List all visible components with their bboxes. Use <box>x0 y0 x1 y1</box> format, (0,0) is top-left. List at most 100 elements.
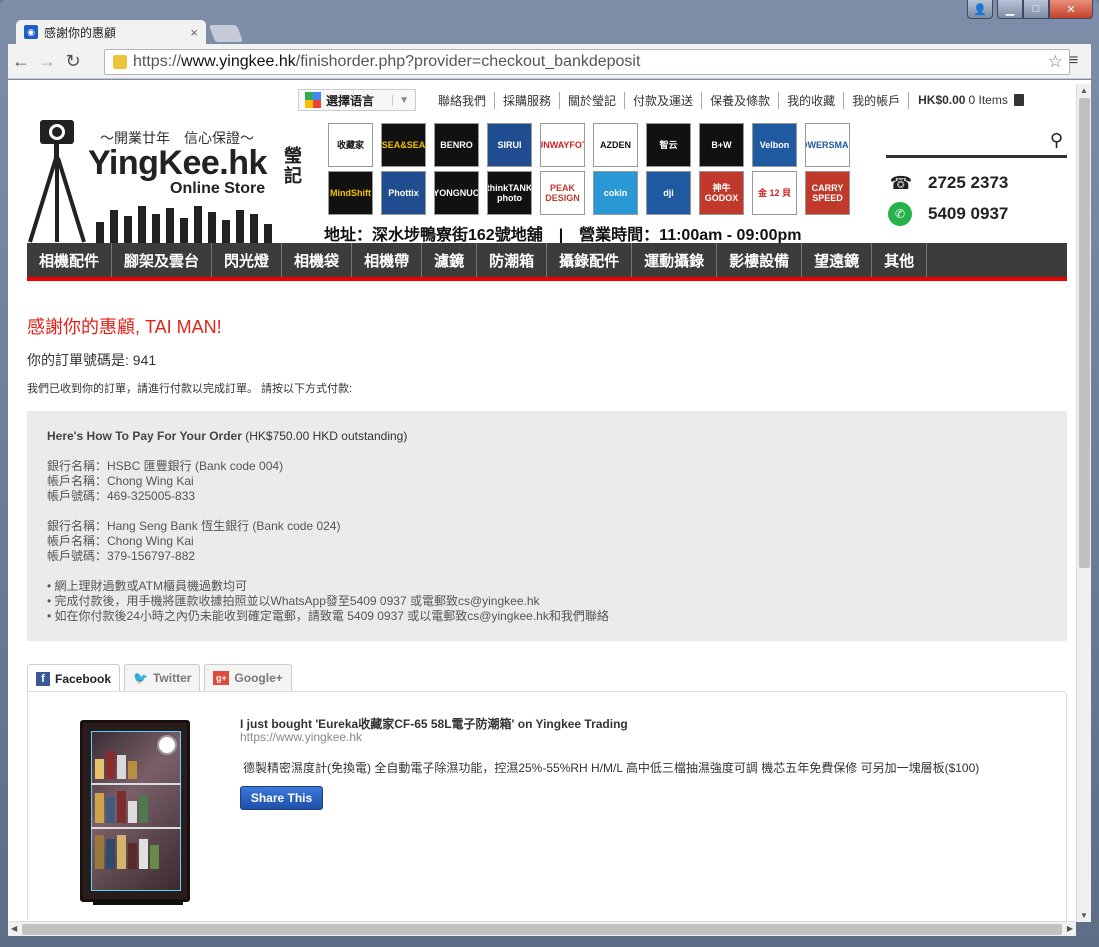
cart-summary[interactable]: HK$0.00 0 Items <box>909 93 1024 107</box>
scroll-up-icon[interactable]: ▲ <box>1080 86 1088 95</box>
minimize-button[interactable]: ▁ <box>997 0 1023 19</box>
scroll-left-icon[interactable]: ◀ <box>11 924 17 933</box>
header-link[interactable]: 我的收藏 <box>779 91 845 109</box>
payment-notes: • 網上理財過數或ATM櫃員機過數均可 • 完成付款後，用手機將匯款收據拍照並以… <box>47 579 1047 624</box>
header-link[interactable]: 保養及條款 <box>702 91 780 109</box>
telephone-icon: ☎ <box>889 172 913 193</box>
note-line: • 網上理財過數或ATM櫃員機過數均可 <box>47 579 247 593</box>
url-host: www.yingkee.hk <box>181 53 296 70</box>
whatsapp-contact: ✆ 5409 0937 <box>888 202 1008 226</box>
brand-logo[interactable]: 金 12 貝 <box>752 171 797 215</box>
brand-logo[interactable]: 神牛 GODOX <box>699 171 744 215</box>
hamburger-menu-icon[interactable]: ≡ <box>1069 52 1085 70</box>
header-link[interactable]: 採購服務 <box>495 91 561 109</box>
shopping-bag-icon <box>1013 94 1024 106</box>
url-path: /finishorder.php?provider=checkout_bankd… <box>295 53 641 70</box>
maximize-button[interactable]: □ <box>1023 0 1049 19</box>
browser-toolbar: ← → ↻ https://www.yingkee.hk/finishorder… <box>8 44 1091 79</box>
scroll-down-icon[interactable]: ▼ <box>1080 911 1088 920</box>
brand-logo[interactable]: SIRUI <box>487 123 532 167</box>
tab-twitter[interactable]: 🐦 Twitter <box>124 664 201 691</box>
share-tabs: f Facebook 🐦 Twitter g+ Google+ <box>27 664 296 692</box>
forward-arrow-icon[interactable]: → <box>34 51 60 72</box>
brand-logo[interactable]: MindShift <box>328 171 373 215</box>
browser-tab[interactable]: ◉ 感謝你的惠顧 × <box>16 20 206 44</box>
reload-icon[interactable]: ↻ <box>60 51 86 72</box>
brand-logo[interactable]: BENRO <box>434 123 479 167</box>
brand-logo[interactable]: SUNWAYFOTO <box>540 123 585 167</box>
tab-facebook[interactable]: f Facebook <box>27 664 121 692</box>
brand-logo[interactable]: Phottix <box>381 171 426 215</box>
brand-logo[interactable]: AZDEN <box>593 123 638 167</box>
share-url: https://www.yingkee.hk <box>240 730 363 744</box>
vertical-scrollbar[interactable]: ▲ ▼ <box>1076 84 1091 922</box>
category-link[interactable]: 攝錄配件 <box>547 243 633 277</box>
brand-logo[interactable]: dji <box>646 171 691 215</box>
share-panel: I just bought 'Eureka收藏家CF-65 58L電子防潮箱' … <box>27 691 1067 921</box>
brand-logo[interactable]: Velbon <box>752 123 797 167</box>
close-window-button[interactable]: ✕ <box>1049 0 1093 19</box>
language-selector[interactable]: 選擇语言 ▼ <box>298 89 416 111</box>
header-link[interactable]: 聯絡我們 <box>438 91 496 109</box>
header-link[interactable]: 付款及運送 <box>625 91 703 109</box>
user-icon[interactable]: 👤 <box>967 0 993 19</box>
brand-logo[interactable]: 智云 <box>646 123 691 167</box>
cart-amount: HK$0.00 <box>918 93 966 107</box>
brand-logo[interactable]: cokin <box>593 171 638 215</box>
category-link[interactable]: 運動攝錄 <box>632 243 718 277</box>
payment-instructions: Here's How To Pay For Your Order (HK$750… <box>27 411 1067 641</box>
brand-logo[interactable]: POWERSMART <box>805 123 850 167</box>
tab-google-plus[interactable]: g+ Google+ <box>204 664 292 691</box>
tab-close-icon[interactable]: × <box>190 25 198 40</box>
category-link[interactable]: 濾鏡 <box>422 243 478 277</box>
category-link[interactable]: 相機袋 <box>282 243 353 277</box>
site-logo[interactable]: ～開業廿年 信心保證～ YingKee.hk Online Store 瑩記 <box>26 118 306 244</box>
category-link[interactable]: 防潮箱 <box>477 243 548 277</box>
payment-heading-bold: Here's How To Pay For Your Order <box>47 429 242 443</box>
header-link[interactable]: 關於瑩記 <box>560 91 626 109</box>
category-link[interactable]: 影樓設備 <box>717 243 803 277</box>
brand-logo[interactable]: SEA&SEA <box>381 123 426 167</box>
category-link[interactable]: 閃光燈 <box>212 243 283 277</box>
brand-logo[interactable]: B+W <box>699 123 744 167</box>
horizontal-scrollbar[interactable]: ◀ ▶ <box>8 921 1076 936</box>
back-arrow-icon[interactable]: ← <box>8 51 34 72</box>
dropdown-arrow-icon: ▼ <box>392 94 409 106</box>
search-icon[interactable]: ⚲ <box>1050 130 1063 151</box>
window-controls: 👤 ▁ □ ✕ <box>967 0 1093 19</box>
bank-line: 銀行名稱：Hang Seng Bank 恆生銀行 (Bank code 024) <box>47 519 341 533</box>
scroll-right-icon[interactable]: ▶ <box>1067 924 1073 933</box>
bank-hang-seng: 銀行名稱：Hang Seng Bank 恆生銀行 (Bank code 024)… <box>47 519 1047 564</box>
bank-line: 帳戶名稱：Chong Wing Kai <box>47 474 194 488</box>
bookmark-star-icon[interactable]: ☆ <box>1048 52 1063 72</box>
brand-logo[interactable]: PEAK DESIGN <box>540 171 585 215</box>
top-links-bar: 選擇语言 ▼ 聯絡我們 採購服務 關於瑩記 付款及運送 保養及條款 我的收藏 我的帳戶 HK… <box>298 89 1024 111</box>
brand-logo-grid: 收藏家SEA&SEABENROSIRUISUNWAYFOTOAZDEN智云B+W… <box>328 123 853 215</box>
header-link[interactable]: 我的帳戶 <box>844 91 910 109</box>
brand-logo[interactable]: YONGNUO <box>434 171 479 215</box>
page-viewport: 選擇语言 ▼ 聯絡我們 採購服務 關於瑩記 付款及運送 保養及條款 我的收藏 我的帳戶 HK… <box>8 80 1091 921</box>
scrollbar-thumb[interactable] <box>1079 98 1090 568</box>
brand-logo[interactable]: thinkTANK photo <box>487 171 532 215</box>
product-image <box>58 710 198 910</box>
cart-items: 0 Items <box>968 93 1008 107</box>
category-link[interactable]: 望遠鏡 <box>802 243 873 277</box>
brand-logo[interactable]: 收藏家 <box>328 123 373 167</box>
search-box[interactable]: ⚲ <box>886 126 1067 158</box>
note-line: • 如在你付款後24小時之內仍未能收到確定電郵，請致電 5409 0937 或以… <box>47 609 609 623</box>
category-nav: 相機配件 腳架及雲台 閃光燈 相機袋 相機帶 濾鏡 防潮箱 攝錄配件 運動攝錄 影樓設備 望遠鏡 其他 <box>27 243 1067 281</box>
scrollbar-thumb[interactable] <box>22 924 1062 935</box>
tab-title: 感謝你的惠顧 <box>44 25 117 40</box>
address-bar[interactable]: https://www.yingkee.hk/finishorder.php?p… <box>104 49 1070 75</box>
bank-hsbc: 銀行名稱：HSBC 匯豐銀行 (Bank code 004) 帳戶名稱：Chon… <box>47 459 1047 504</box>
share-this-button[interactable]: Share This <box>240 786 323 810</box>
brand-logo[interactable]: CARRY SPEED <box>805 171 850 215</box>
category-link[interactable]: 相機帶 <box>352 243 423 277</box>
category-link[interactable]: 其他 <box>872 243 928 277</box>
logo-name: YingKee.hk <box>88 144 267 182</box>
category-link[interactable]: 相機配件 <box>27 243 113 277</box>
note-line: • 完成付款後，用手機將匯款收據拍照並以WhatsApp發至5409 0937 … <box>47 594 540 608</box>
new-tab-button[interactable] <box>208 25 244 42</box>
browser-window: 👤 ▁ □ ✕ ◉ 感謝你的惠顧 × ← → ↻ https://www.yin… <box>0 0 1099 947</box>
category-link[interactable]: 腳架及雲台 <box>112 243 213 277</box>
